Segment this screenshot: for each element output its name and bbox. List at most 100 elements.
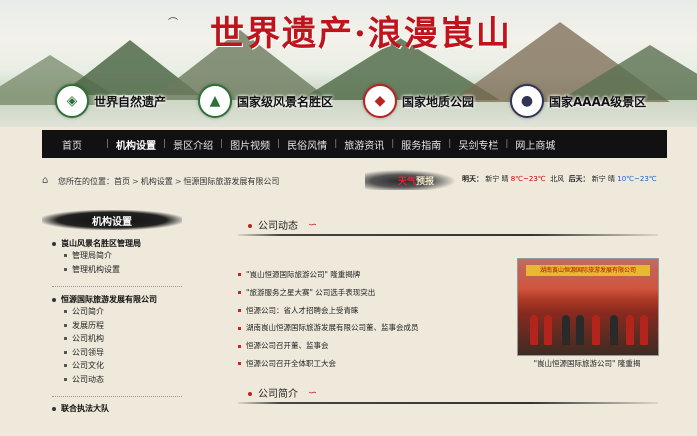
news-item[interactable]: "崀山恒源国际旅游公司" 隆重揭牌: [238, 266, 508, 284]
logo-label: 国家级风景名胜区: [237, 94, 334, 109]
weather-label: 天气预报: [398, 174, 434, 187]
nav-item-organization[interactable]: 机构设置: [109, 137, 163, 152]
bullet-icon: [238, 273, 241, 277]
news-photo[interactable]: 湖南崀山恒源国际旅游发展有限公司: [517, 258, 659, 356]
sidebar-group-enforcement: 联合执法大队: [52, 403, 188, 414]
logo-geopark[interactable]: ◆ 国家地质公园: [363, 84, 474, 118]
site-banner: ⌒ 世界遗产·浪漫崀山 ◈ 世界自然遗产 ▲ 国家级风景名胜区 ◆ 国家地质公园…: [0, 0, 697, 127]
sidebar-item-label: 管理机构设置: [72, 264, 120, 274]
nav-item-column[interactable]: 㕦剑专栏: [451, 137, 505, 152]
sidebar-item[interactable]: 发展历程: [64, 319, 188, 333]
logo-row: ◈ 世界自然遗产 ▲ 国家级风景名胜区 ◆ 国家地质公园 ● 国家AAAA级景区: [0, 84, 697, 122]
news-item[interactable]: 恒源公司召开全体职工大会: [238, 355, 508, 373]
logo-aaaa[interactable]: ● 国家AAAA级景区: [510, 84, 646, 118]
bullet-icon: [64, 323, 67, 327]
sidebar-item[interactable]: 公司领导: [64, 346, 188, 360]
sidebar-item-label: 公司简介: [72, 307, 104, 316]
news-item[interactable]: 湖南崀山恒源国际旅游发展有限公司董、监事会成员: [238, 319, 508, 337]
logo-world-heritage[interactable]: ◈ 世界自然遗产: [55, 84, 166, 118]
geopark-emblem-icon: ◆: [363, 84, 397, 118]
news-item-title: 恒源公司：省人才招聘会上受青睐: [246, 305, 359, 315]
sidebar-item[interactable]: 公司简介: [64, 305, 188, 319]
bullet-icon: [52, 406, 56, 411]
weather-label-b: 预报: [416, 177, 435, 187]
news-item[interactable]: 恒源公司：省人才招聘会上受青睐: [238, 302, 508, 320]
nav-item-travel-news[interactable]: 旅游资讯: [337, 137, 391, 152]
bullet-icon: [52, 241, 56, 246]
bullet-icon: [238, 326, 241, 330]
news-item[interactable]: "旅游服务之星大赛" 公司选手表现突出: [238, 284, 508, 302]
breadcrumb-separator: >: [132, 176, 139, 186]
bullet-icon: [52, 297, 56, 302]
sidebar-group-management-bureau: 崀山风景名胜区管理局 管理局简介 管理机构设置: [52, 238, 188, 276]
bullet-icon: [238, 344, 241, 348]
bullet-icon: [238, 308, 241, 312]
photo-person: [626, 315, 634, 345]
sidebar-item-label: 公司文化: [72, 361, 104, 370]
sidebar-divider: [52, 396, 182, 397]
breadcrumb-current[interactable]: 恒源国际旅游发展有限公司: [183, 176, 279, 187]
nav-item-online-store[interactable]: 网上商城: [508, 137, 562, 152]
sidebar-item-label: 公司动态: [72, 374, 104, 384]
sidebar-item[interactable]: 管理局简介: [64, 249, 188, 263]
sidebar-item[interactable]: 公司机构: [64, 332, 188, 346]
weather-today-cond: 晴: [501, 175, 509, 183]
swirl-icon: ∽: [308, 218, 318, 231]
page: ⌒ 世界遗产·浪漫崀山 ◈ 世界自然遗产 ▲ 国家级风景名胜区 ◆ 国家地质公园…: [0, 0, 697, 436]
sidebar-item-label: 管理局简介: [72, 251, 112, 260]
news-item[interactable]: 恒源公司召开董、监事会: [238, 337, 508, 355]
logo-label: 世界自然遗产: [94, 94, 167, 109]
weather-today-temp: 8℃~23℃: [510, 175, 546, 183]
photo-caption[interactable]: "崀山恒源国际旅游公司" 隆重揭: [517, 358, 657, 369]
sidebar-item[interactable]: 公司动态: [64, 373, 188, 387]
section-title: 公司动态: [258, 221, 298, 232]
banner-title: 世界遗产·浪漫崀山: [210, 14, 512, 54]
sidebar-item-label: 发展历程: [72, 320, 104, 330]
photo-person: [640, 315, 648, 345]
scenic-area-emblem-icon: ▲: [198, 84, 232, 118]
photo-person: [576, 315, 584, 345]
section-header-company-intro: 公司简介 ∽: [238, 382, 658, 404]
home-icon: ⌂: [42, 175, 49, 186]
weather-tomorrow-temp: 10℃~23℃: [617, 175, 657, 183]
news-item-title: 恒源公司召开董、监事会: [246, 341, 329, 351]
bullet-icon: [64, 377, 67, 381]
sidebar-group-title[interactable]: 联合执法大队: [52, 403, 188, 414]
logo-label: 国家地质公园: [402, 94, 475, 109]
photo-person: [610, 315, 618, 345]
news-list: "崀山恒源国际旅游公司" 隆重揭牌 "旅游服务之星大赛" 公司选手表现突出 恒源…: [238, 266, 508, 373]
breadcrumb-prefix: 您所在的位置：: [58, 176, 114, 186]
photo-person: [530, 315, 538, 345]
nav-item-folk-customs[interactable]: 民俗风情: [280, 137, 334, 152]
sidebar-group-title[interactable]: 崀山风景名胜区管理局: [52, 238, 188, 249]
bullet-icon: [64, 267, 67, 271]
aaaa-emblem-icon: ●: [510, 84, 544, 118]
weather-label-a: 天气: [398, 177, 417, 187]
bullet-icon: [64, 254, 67, 258]
nav-item-photo-video[interactable]: 图片视频: [223, 137, 277, 152]
sidebar-item[interactable]: 公司文化: [64, 359, 188, 373]
logo-scenic-area[interactable]: ▲ 国家级风景名胜区: [198, 84, 333, 118]
weather-tomorrow-label: 后天：: [568, 175, 590, 183]
photo-person: [562, 315, 570, 345]
nav-item-service-guide[interactable]: 服务指南: [394, 137, 448, 152]
breadcrumb-organization[interactable]: 机构设置: [141, 176, 173, 187]
weather-tomorrow-city: 新宁: [591, 175, 606, 183]
sidebar-group-label: 联合执法大队: [61, 404, 109, 413]
photo-banner-text: 湖南崀山恒源国际旅游发展有限公司: [526, 265, 650, 276]
news-item-title: "旅游服务之星大赛" 公司选手表现突出: [246, 287, 376, 297]
photo-person: [592, 315, 600, 345]
news-item-title: 恒源公司召开全体职工大会: [246, 358, 336, 368]
nav-item-home[interactable]: 首页: [42, 137, 106, 152]
weather-today-city: 新宁: [485, 175, 500, 183]
bullet-icon: [64, 337, 67, 341]
nav-item-scenic-intro[interactable]: 景区介绍: [166, 137, 220, 152]
sidebar-divider: [52, 286, 182, 287]
bullet-icon: [238, 362, 241, 366]
sidebar-item[interactable]: 管理机构设置: [64, 263, 188, 277]
sidebar-group-title[interactable]: 恒源国际旅游发展有限公司: [52, 294, 188, 305]
swirl-icon: ∽: [308, 386, 318, 399]
sidebar-title: 机构设置: [92, 217, 132, 228]
main-nav: 首页 | 机构设置 | 景区介绍 | 图片视频 | 民俗风情 | 旅游资讯 | …: [42, 130, 667, 158]
breadcrumb-home[interactable]: 首页: [114, 176, 130, 187]
